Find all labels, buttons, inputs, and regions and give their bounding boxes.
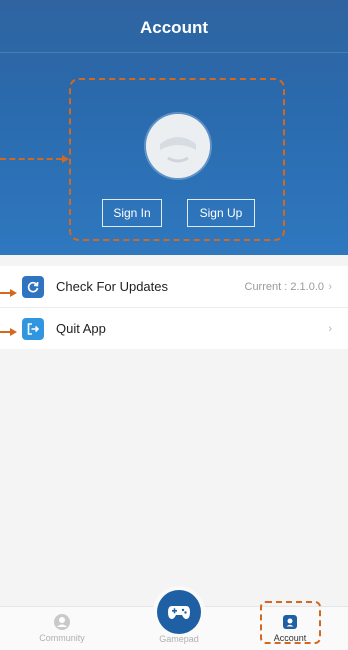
annotation-arrow-line [0, 331, 10, 333]
current-version-text: Current : 2.1.0.0 [244, 280, 325, 293]
tab-gamepad[interactable] [157, 590, 201, 634]
account-tab-annotation-box [260, 601, 321, 644]
menu-item-label: Quit App [56, 321, 106, 336]
header-divider [0, 52, 348, 53]
chevron-right-icon: › [328, 322, 332, 335]
community-icon [54, 614, 70, 630]
page-title: Account [140, 18, 208, 37]
exit-icon [22, 317, 44, 340]
refresh-icon [22, 275, 44, 298]
chevron-right-icon: › [328, 280, 332, 293]
annotation-arrow-head [10, 289, 17, 297]
menu-item-label: Check For Updates [56, 279, 168, 294]
annotation-arrow-line [0, 158, 62, 160]
tab-label: Gamepad [159, 634, 199, 644]
menu-item-check-updates[interactable]: Check For Updates Current : 2.1.0.0 › [0, 266, 348, 307]
annotation-arrow-line [0, 292, 10, 294]
settings-list: Check For Updates Current : 2.1.0.0 › Qu… [0, 266, 348, 349]
profile-annotation-box [69, 78, 285, 241]
gamepad-icon [168, 606, 190, 619]
tab-community[interactable]: Community [22, 613, 102, 643]
tab-label: Community [39, 633, 85, 643]
annotation-arrow-head [62, 155, 69, 163]
menu-item-quit-app[interactable]: Quit App › [0, 307, 348, 349]
annotation-arrow-head [10, 328, 17, 336]
